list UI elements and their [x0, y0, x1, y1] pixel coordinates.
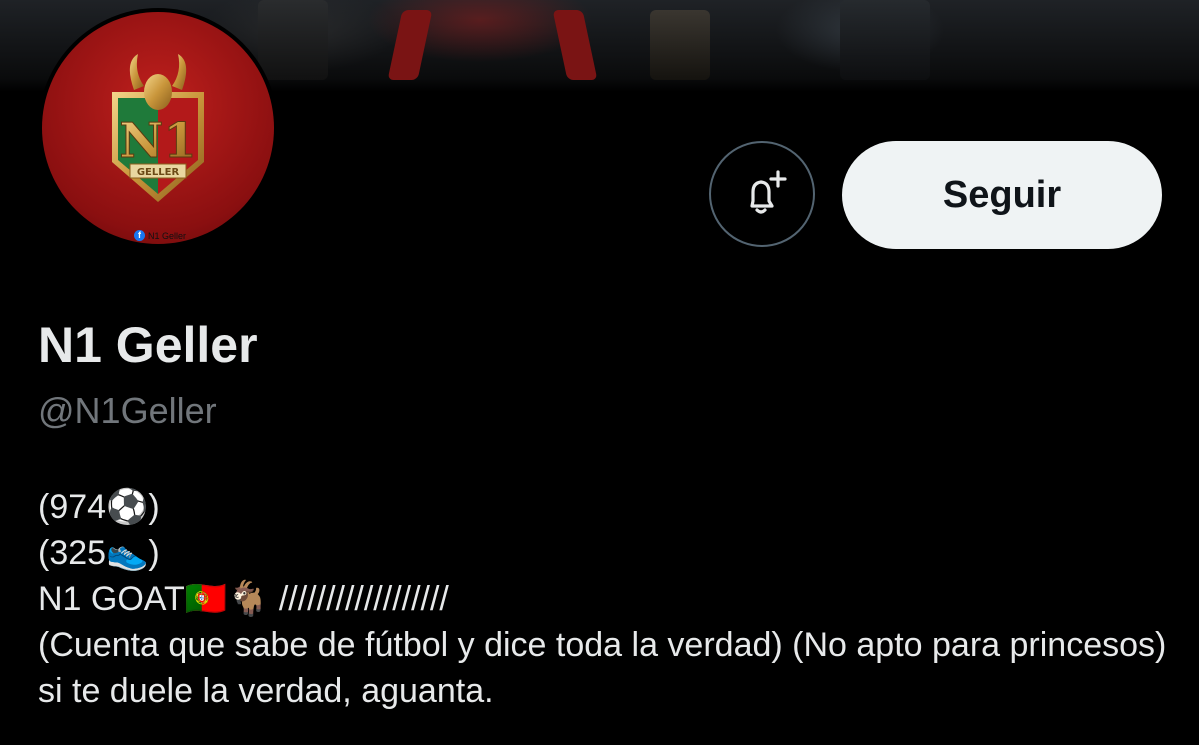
banner-figure — [387, 10, 433, 80]
bell-plus-icon — [750, 170, 787, 214]
facebook-icon: f — [134, 230, 145, 241]
facebook-tag: f N1 Geller — [134, 230, 186, 241]
profile-bio: (974⚽) (325👟) N1 GOAT🇵🇹🐐 ///////////////… — [38, 484, 1168, 714]
avatar-image: N1 GELLER f N1 Geller — [42, 12, 274, 244]
display-name: N1 Geller — [38, 317, 258, 373]
handle: @N1Geller — [38, 390, 217, 431]
bio-line: (325👟) — [38, 534, 160, 572]
facebook-tag-label: N1 Geller — [148, 230, 187, 241]
bio-line: N1 GOAT🇵🇹🐐 ////////////////// — [38, 580, 449, 618]
banner-figure — [650, 10, 710, 80]
banner-figure — [258, 0, 328, 80]
goat-crest-icon: N1 GELLER — [112, 54, 204, 202]
follow-button[interactable]: Seguir — [842, 141, 1162, 249]
avatar[interactable]: N1 GELLER f N1 Geller — [38, 8, 278, 248]
bio-line: (Cuenta que sabe de fútbol y dice toda l… — [38, 626, 1176, 710]
svg-text:N1: N1 — [119, 113, 196, 169]
notifications-button[interactable] — [709, 141, 815, 247]
bio-line: (974⚽) — [38, 488, 160, 526]
svg-text:GELLER: GELLER — [137, 167, 180, 178]
banner-figure — [552, 10, 598, 80]
banner-figure — [840, 0, 930, 80]
